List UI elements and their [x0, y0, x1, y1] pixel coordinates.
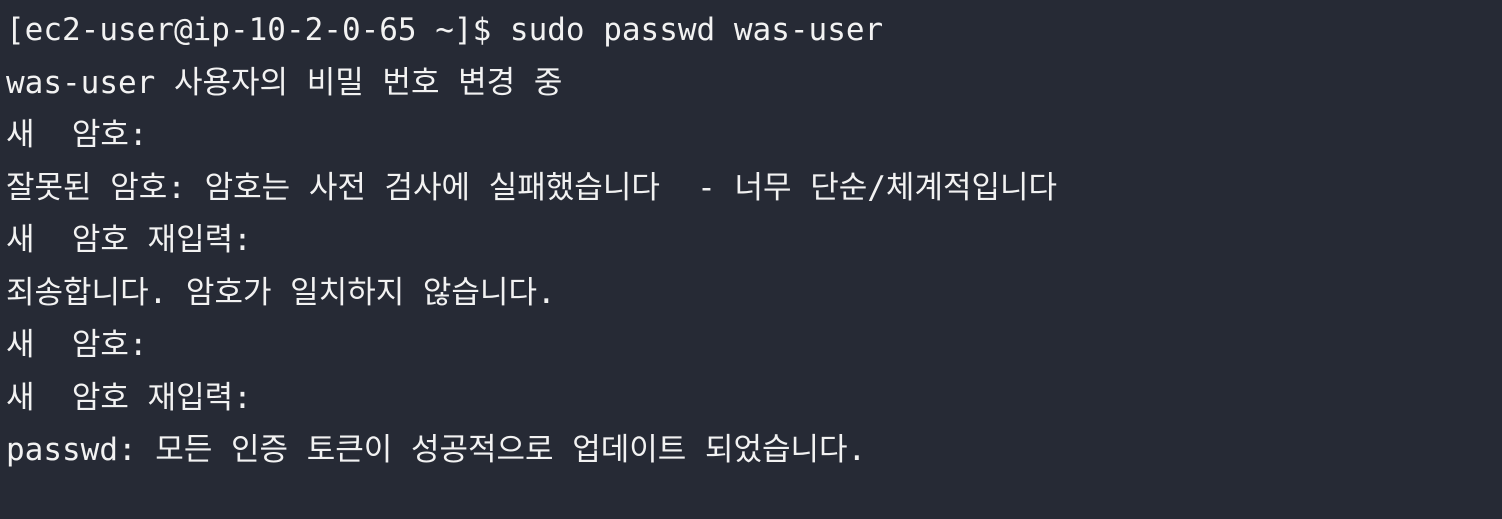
terminal-line-bad-password: 잘못된 암호: 암호는 사전 검사에 실패했습니다 - 너무 단순/체계적입니다 [6, 169, 1058, 206]
terminal-window[interactable]: [ec2-user@ip-10-2-0-65 ~]$ sudo passwd w… [0, 0, 1502, 519]
terminal-line-changing-password: was-user 사용자의 비밀 번호 변경 중 [6, 64, 563, 101]
terminal-line-new-password-prompt: 새 암호: [6, 117, 148, 153]
terminal-line-success: passwd: 모든 인증 토큰이 성공적으로 업데이트 되었습니다. [6, 432, 867, 468]
terminal-line-mismatch: 죄송합니다. 암호가 일치하지 않습니다. [6, 274, 556, 311]
terminal-line-retype-prompt-2: 새 암호 재입력: [6, 379, 252, 416]
terminal-line-retype-prompt: 새 암호 재입력: [6, 222, 252, 258]
terminal-line-command: [ec2-user@ip-10-2-0-65 ~]$ sudo passwd w… [6, 12, 884, 48]
terminal-line-new-password-prompt-2: 새 암호: [6, 327, 148, 363]
